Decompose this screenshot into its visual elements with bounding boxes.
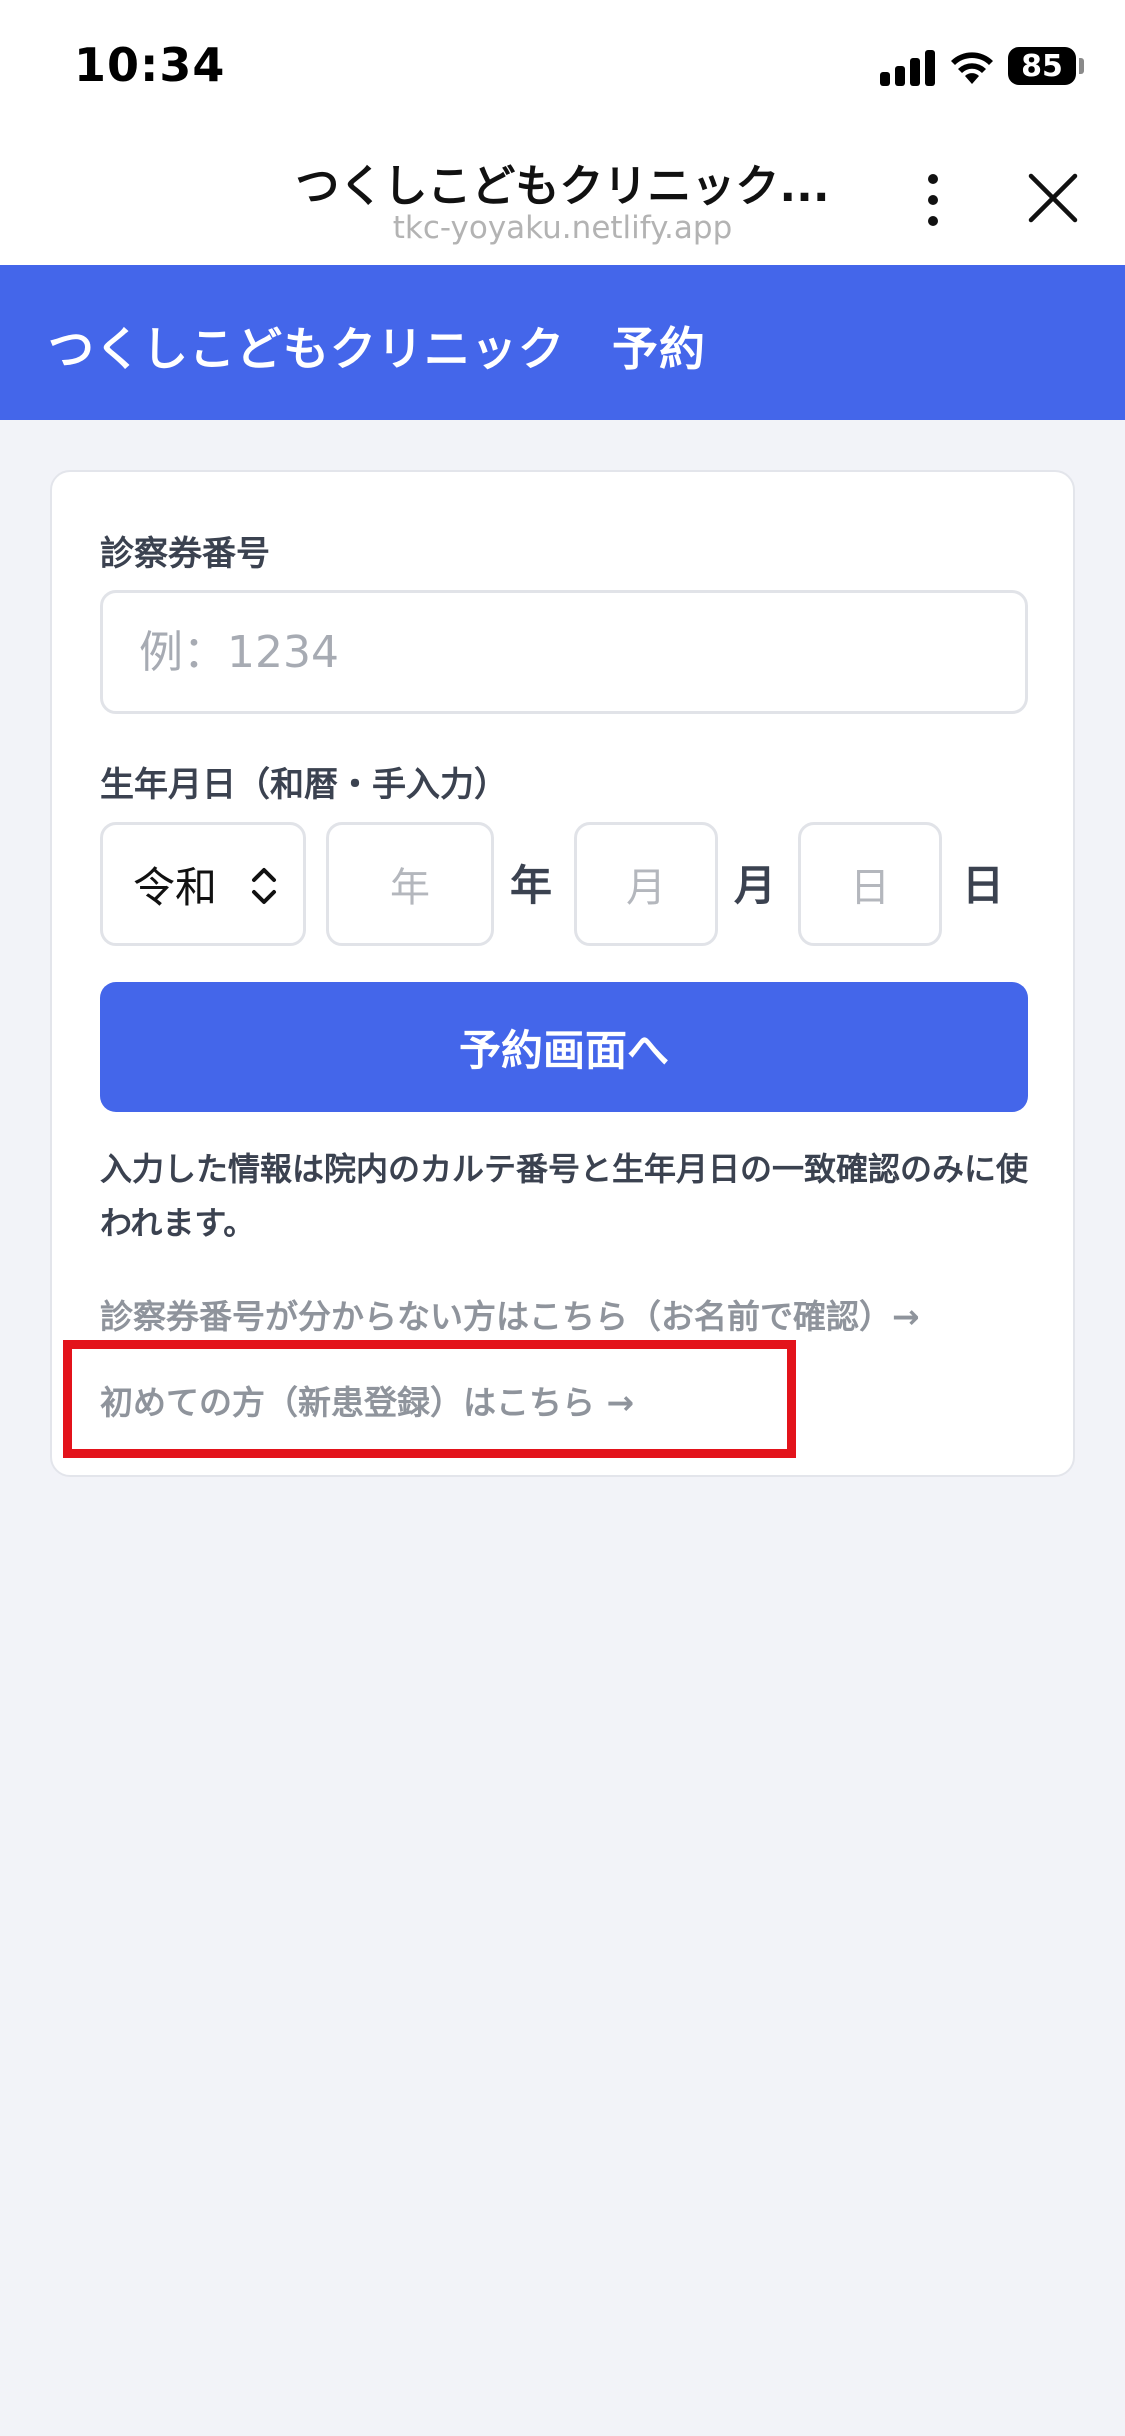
day-unit: 日 [962, 861, 1005, 910]
day-input[interactable]: 日 [798, 822, 942, 946]
birthdate-label: 生年月日（和暦・手入力） [100, 765, 508, 805]
era-select-value: 令和 [133, 862, 218, 912]
page-title: つくしこどもクリニック 予約 [48, 322, 706, 376]
battery-nub [1079, 58, 1084, 74]
month-input[interactable]: 月 [574, 822, 718, 946]
browser-url: tkc-yoyaku.netlify.app [392, 210, 733, 246]
battery-icon: 85 [1008, 47, 1076, 85]
forgot-number-link[interactable]: 診察券番号が分からない方はこちら（お名前で確認）→ [100, 1290, 920, 1338]
year-unit: 年 [510, 861, 553, 910]
card-number-label: 診察券番号 [100, 534, 270, 574]
chevron-updown-icon [252, 868, 276, 904]
privacy-note: 入力した情報は院内のカルテ番号と生年月日の一致確認のみに使われます。 [100, 1150, 1029, 1242]
status-time: 10:34 [74, 38, 226, 92]
browser-title: つくしこどもクリニック... [295, 161, 830, 212]
submit-button[interactable]: 予約画面へ [100, 982, 1028, 1112]
new-patient-link[interactable]: 初めての方（新患登録）はこちら → [100, 1376, 634, 1424]
close-icon[interactable] [1025, 170, 1081, 226]
more-vertical-icon[interactable] [918, 170, 948, 230]
wifi-icon [951, 52, 993, 84]
login-card: 診察券番号 生年月日（和暦・手入力） 令和 年 年 月 月 日 日 予約画面へ … [50, 470, 1075, 1477]
era-select[interactable]: 令和 [100, 822, 306, 946]
year-input[interactable]: 年 [326, 822, 494, 946]
browser-header: つくしこどもクリニック... tkc-yoyaku.netlify.app [0, 130, 1125, 265]
app-header: つくしこどもクリニック 予約 [0, 265, 1125, 420]
card-number-input[interactable] [100, 590, 1028, 714]
signal-icon [880, 50, 936, 86]
status-bar: 10:34 85 [0, 0, 1125, 130]
month-unit: 月 [734, 861, 777, 910]
